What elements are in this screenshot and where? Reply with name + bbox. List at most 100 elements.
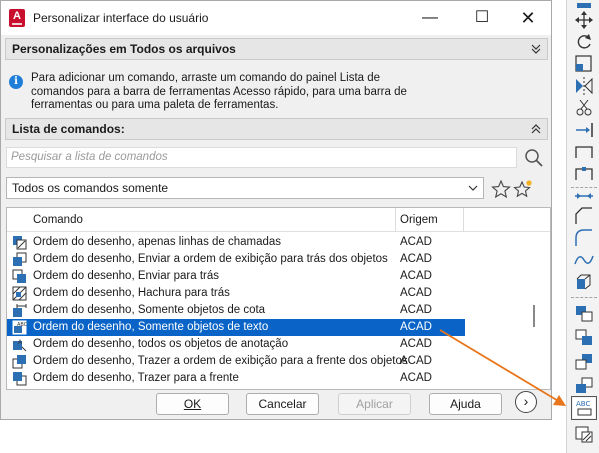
text-tool-label: ABC	[576, 400, 590, 408]
command-origin: ACAD	[400, 287, 432, 299]
command-name: Ordem do desenho, todos os objetos de an…	[33, 338, 289, 350]
command-name: Ordem do desenho, Trazer para a frente	[33, 372, 239, 384]
autocad-app-icon: A	[9, 9, 25, 27]
move-icon[interactable]	[573, 10, 595, 30]
spline-icon[interactable]	[573, 250, 595, 270]
command-name: Ordem do desenho, Enviar para trás	[33, 270, 220, 282]
scale-icon[interactable]	[573, 54, 595, 74]
command-list-section-header[interactable]: Lista de comandos:	[5, 118, 548, 140]
command-name: Ordem do desenho, Somente objetos de tex…	[33, 321, 269, 333]
fillet-icon[interactable]	[573, 228, 595, 248]
expand-chevron-icon[interactable]	[531, 39, 541, 66]
rotate-icon[interactable]	[573, 32, 595, 52]
cancel-button[interactable]: Cancelar	[246, 393, 319, 415]
annotations-to-front-icon: A	[12, 337, 27, 352]
mirror-icon[interactable]	[573, 76, 595, 96]
customizations-section-header[interactable]: Personalizações em Todos os arquivos	[5, 38, 548, 60]
new-command-star-icon[interactable]	[513, 179, 533, 199]
chamfer-icon[interactable]	[573, 206, 595, 226]
command-list-section-title: Lista de comandos:	[12, 122, 125, 136]
text-to-front-icon[interactable]: ABC	[571, 396, 597, 420]
hatch-to-back-icon[interactable]	[573, 424, 595, 444]
maximize-button[interactable]: ☐	[467, 6, 497, 30]
table-row[interactable]: A Ordem do desenho, todos os objetos de …	[7, 336, 465, 353]
customizations-section-title: Personalizações em Todos os arquivos	[12, 42, 236, 56]
window-title: Personalizar interface do usuário	[33, 11, 209, 25]
column-divider[interactable]	[463, 208, 464, 232]
help-button-label: Ajuda	[450, 397, 481, 411]
command-name: Ordem do desenho, Trazer a ordem de exib…	[33, 355, 408, 367]
palette-divider	[571, 297, 597, 298]
chevron-down-icon	[467, 178, 479, 206]
cancel-button-label: Cancelar	[258, 397, 307, 411]
palette-divider	[571, 187, 597, 188]
table-row-selected[interactable]: ABC Ordem do desenho, Somente objetos de…	[7, 319, 465, 336]
break-icon[interactable]	[573, 142, 595, 162]
bring-above-objects-icon	[12, 354, 27, 369]
svg-text:ABC: ABC	[17, 322, 27, 328]
favorite-star-icon[interactable]	[491, 179, 511, 199]
collapse-chevron-icon[interactable]	[531, 119, 541, 146]
command-origin: ACAD	[400, 253, 432, 265]
table-row[interactable]: Ordem do desenho, Enviar para trás ACAD	[7, 268, 465, 285]
screen: A Personalizar interface do usuário — ☐ …	[0, 0, 599, 453]
column-header-command[interactable]: Comando	[33, 214, 83, 226]
send-under-icon[interactable]	[573, 376, 595, 396]
apply-button[interactable]: Aplicar	[338, 393, 411, 415]
bring-to-front-icon	[12, 371, 27, 386]
command-origin: ACAD	[400, 304, 432, 316]
table-row[interactable]: Ordem do desenho, Trazer para a frente A…	[7, 370, 465, 387]
send-to-back-icon[interactable]	[573, 328, 595, 348]
title-bar[interactable]: A Personalizar interface do usuário — ☐ …	[1, 1, 551, 35]
drag-arrow-head	[553, 395, 566, 406]
help-button[interactable]: Ajuda	[429, 393, 502, 415]
table-row[interactable]: Ordem do desenho, Hachura para trás ACAD	[7, 285, 465, 302]
extend-icon[interactable]	[573, 120, 595, 140]
command-origin: ACAD	[400, 372, 432, 384]
send-to-back-icon	[12, 269, 27, 284]
ok-button[interactable]: OK	[156, 393, 229, 415]
send-under-objects-icon	[12, 252, 27, 267]
column-header-origin[interactable]: Origem	[400, 214, 438, 226]
command-filter-select[interactable]: Todos os comandos somente	[6, 177, 484, 199]
expand-dialog-button[interactable]: ›	[515, 391, 537, 413]
search-icon[interactable]	[523, 147, 545, 169]
3d-box-icon[interactable]	[573, 272, 595, 292]
command-origin: ACAD	[400, 236, 432, 248]
minimize-button[interactable]: —	[415, 6, 445, 30]
command-origin: ACAD	[400, 270, 432, 282]
search-input[interactable]: Pesquisar a lista de comandos	[6, 147, 517, 168]
command-origin: ACAD	[400, 355, 432, 367]
table-header: Comando Origem	[7, 208, 550, 232]
tool-palette: ABC	[566, 0, 599, 453]
column-divider[interactable]	[395, 208, 396, 232]
bring-above-icon[interactable]	[573, 352, 595, 372]
draworder-leaders-icon	[12, 235, 27, 250]
command-origin: ACAD	[400, 321, 432, 333]
info-message: Para adicionar um comando, arraste um co…	[31, 72, 407, 111]
hatch-to-back-icon	[12, 286, 27, 301]
close-button[interactable]: ✕	[513, 6, 543, 30]
command-name: Ordem do desenho, Enviar a ordem de exib…	[33, 253, 388, 265]
info-icon: i	[9, 75, 23, 89]
command-list-table[interactable]: Comando Origem Ordem do desenho, apenas …	[6, 207, 551, 390]
table-scrollbar-thumb[interactable]	[533, 305, 535, 327]
customize-ui-dialog: A Personalizar interface do usuário — ☐ …	[0, 0, 552, 420]
ok-button-label: OK	[183, 397, 202, 411]
filter-selected-value: Todos os comandos somente	[12, 181, 169, 195]
table-row[interactable]: Ordem do desenho, apenas linhas de chama…	[7, 234, 465, 251]
apply-button-label: Aplicar	[356, 397, 393, 411]
command-origin: ACAD	[400, 338, 432, 350]
svg-text:A: A	[18, 339, 23, 346]
command-name: Ordem do desenho, Somente objetos de cot…	[33, 304, 266, 316]
text-to-front-icon: ABC	[12, 320, 28, 335]
table-row[interactable]: Ordem do desenho, Somente objetos de cot…	[7, 302, 465, 319]
table-row[interactable]: Ordem do desenho, Trazer a ordem de exib…	[7, 353, 465, 370]
trim-icon[interactable]	[573, 98, 595, 118]
dimensions-to-front-icon	[12, 303, 27, 318]
bring-to-front-icon[interactable]	[573, 304, 595, 324]
command-name: Ordem do desenho, apenas linhas de chama…	[33, 236, 282, 248]
table-row[interactable]: Ordem do desenho, Enviar a ordem de exib…	[7, 251, 465, 268]
command-name: Ordem do desenho, Hachura para trás	[33, 287, 230, 299]
join-icon[interactable]	[573, 164, 595, 184]
